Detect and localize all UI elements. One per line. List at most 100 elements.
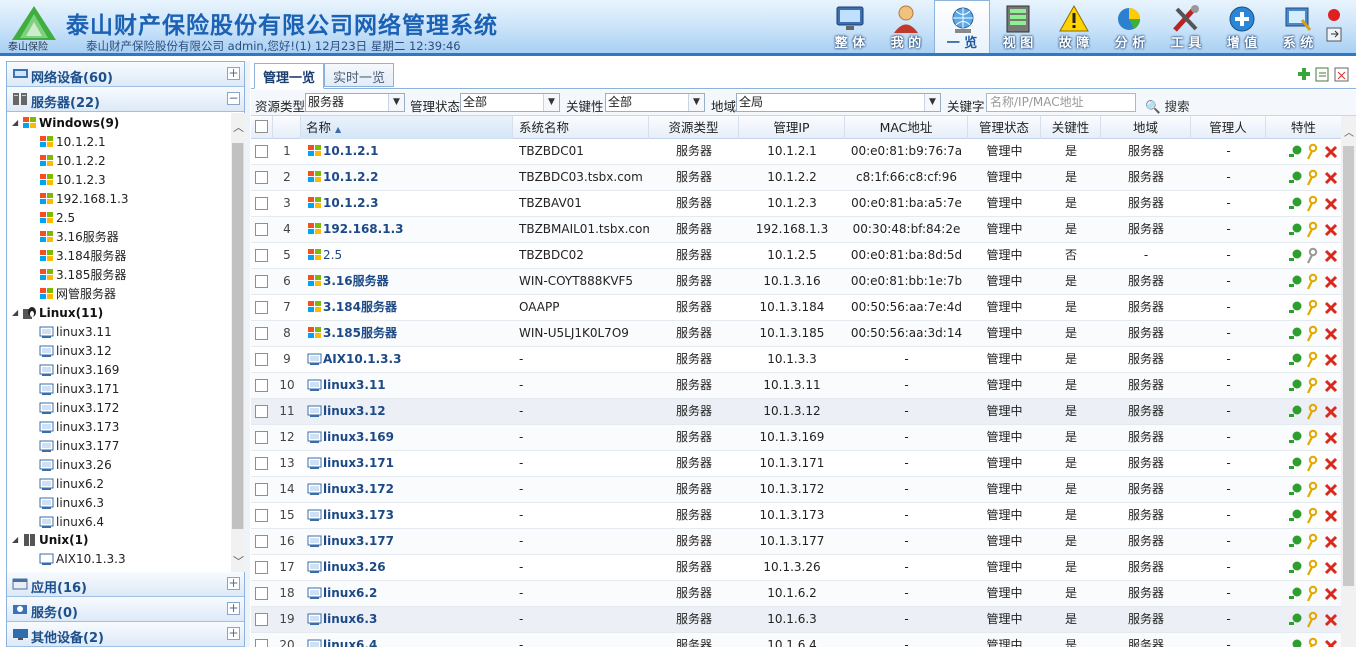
- status-ok-icon[interactable]: [1289, 457, 1302, 470]
- key-icon[interactable]: [1307, 299, 1318, 316]
- table-row[interactable]: 18 linux6.2 - 服务器 10.1.6.2 - 管理中 是 服务器 -: [251, 581, 1341, 607]
- tree-item[interactable]: linux6.4: [39, 513, 104, 532]
- nav-mine[interactable]: 我 的: [878, 0, 934, 53]
- col-ip[interactable]: 管理IP: [739, 116, 845, 139]
- row-checkbox[interactable]: [255, 431, 268, 444]
- tree-group-unix[interactable]: ◢ Unix(1): [12, 531, 88, 550]
- collapse-toggle[interactable]: −: [227, 92, 240, 105]
- delete-icon[interactable]: [1324, 457, 1338, 471]
- table-row[interactable]: 9 AIX10.1.3.3 - 服务器 10.1.3.3 - 管理中 是 服务器 -: [251, 347, 1341, 373]
- row-checkbox[interactable]: [255, 275, 268, 288]
- row-checkbox[interactable]: [255, 197, 268, 210]
- status-ok-icon[interactable]: [1289, 509, 1302, 522]
- key-select[interactable]: 全部 ▼: [605, 93, 705, 112]
- tree-item[interactable]: linux6.2: [39, 475, 104, 494]
- key-icon[interactable]: [1307, 559, 1318, 576]
- delete-icon[interactable]: [1324, 145, 1338, 159]
- table-scrollbar[interactable]: ︿: [1341, 116, 1356, 647]
- device-name-link[interactable]: 192.168.1.3: [307, 217, 513, 243]
- status-ok-icon[interactable]: [1289, 171, 1302, 184]
- key-icon[interactable]: [1307, 325, 1318, 342]
- col-name[interactable]: 名称 ▲: [301, 116, 513, 139]
- tree-item[interactable]: 192.168.1.3: [39, 190, 129, 209]
- status-ok-icon[interactable]: [1289, 145, 1302, 158]
- scroll-thumb[interactable]: [232, 143, 244, 529]
- scroll-up-icon[interactable]: ︿: [1344, 124, 1354, 139]
- table-row[interactable]: 8 3.185服务器 WIN-U5LJ1K0L7O9 服务器 10.1.3.185 00:…: [251, 321, 1341, 347]
- delete-icon[interactable]: [1324, 509, 1338, 523]
- status-ok-icon[interactable]: [1289, 327, 1302, 340]
- key-icon[interactable]: [1307, 351, 1318, 368]
- table-row[interactable]: 7 3.184服务器 OAAPP 服务器 10.1.3.184 00:50:56:aa:7…: [251, 295, 1341, 321]
- table-row[interactable]: 4 192.168.1.3 TBZBMAIL01.tsbx.com 服务器 192.16…: [251, 217, 1341, 243]
- scroll-down-icon[interactable]: ﹀: [233, 553, 244, 569]
- device-name-link[interactable]: 10.1.2.1: [307, 139, 513, 165]
- nav-fault[interactable]: 故 障: [1046, 0, 1102, 53]
- scroll-up-icon[interactable]: ︿: [233, 119, 244, 135]
- sidebar-section-server[interactable]: 服务器(22) −: [7, 87, 244, 112]
- device-name-link[interactable]: linux3.172: [307, 477, 513, 503]
- tree-expanded-icon[interactable]: ◢: [12, 114, 18, 132]
- alarm-logout-icon[interactable]: [1322, 6, 1346, 46]
- device-name-link[interactable]: 3.184服务器: [307, 295, 513, 321]
- key-icon[interactable]: [1307, 195, 1318, 212]
- delete-icon[interactable]: [1324, 379, 1338, 393]
- status-ok-icon[interactable]: [1289, 353, 1302, 366]
- key-icon[interactable]: [1307, 533, 1318, 550]
- device-name-link[interactable]: linux3.177: [307, 529, 513, 555]
- status-ok-icon[interactable]: [1289, 639, 1302, 647]
- key-icon[interactable]: [1307, 507, 1318, 524]
- manage-state-select[interactable]: 全部 ▼: [460, 93, 560, 112]
- sidebar-section-service[interactable]: 服务(0) +: [7, 597, 244, 622]
- nav-system[interactable]: 系 统: [1270, 0, 1326, 53]
- delete-icon[interactable]: [1324, 613, 1338, 627]
- tree-item[interactable]: 3.16服务器: [39, 228, 119, 247]
- region-select[interactable]: 全局 ▼: [736, 93, 941, 112]
- nav-overview[interactable]: 整 体: [822, 0, 878, 53]
- tab-manage-overview[interactable]: 管理一览: [254, 63, 325, 89]
- device-name-link[interactable]: linux3.173: [307, 503, 513, 529]
- add-icon[interactable]: [1298, 68, 1310, 80]
- tree-item[interactable]: 网管服务器: [39, 285, 116, 304]
- tree-item[interactable]: 2.5: [39, 209, 75, 228]
- tree-expanded-icon[interactable]: ◢: [12, 531, 18, 549]
- status-ok-icon[interactable]: [1289, 535, 1302, 548]
- row-checkbox[interactable]: [255, 249, 268, 262]
- device-name-link[interactable]: 2.5: [307, 243, 513, 269]
- sidebar-section-app[interactable]: 应用(16) +: [7, 572, 244, 597]
- tree-item[interactable]: 3.185服务器: [39, 266, 126, 285]
- status-ok-icon[interactable]: [1289, 379, 1302, 392]
- row-checkbox[interactable]: [255, 301, 268, 314]
- sidebar-section-network[interactable]: 网络设备(60) +: [7, 62, 244, 87]
- tree-item[interactable]: linux3.171: [39, 380, 119, 399]
- row-checkbox[interactable]: [255, 509, 268, 522]
- delete-icon[interactable]: [1324, 353, 1338, 367]
- panel-splitter[interactable]: [245, 61, 250, 647]
- tree-item[interactable]: 10.1.2.1: [39, 133, 106, 152]
- delete-icon[interactable]: [1324, 483, 1338, 497]
- row-checkbox[interactable]: [255, 613, 268, 626]
- tree-item[interactable]: AIX10.1.3.3: [39, 550, 126, 569]
- tree-item[interactable]: linux3.173: [39, 418, 119, 437]
- delete-icon[interactable]: [1324, 197, 1338, 211]
- tree-item[interactable]: 3.184服务器: [39, 247, 126, 266]
- sidebar-scrollbar[interactable]: ︿ ﹀: [231, 113, 245, 572]
- delete-icon[interactable]: [1324, 431, 1338, 445]
- key-icon[interactable]: [1307, 247, 1318, 264]
- row-checkbox[interactable]: [255, 535, 268, 548]
- delete-icon[interactable]: [1324, 275, 1338, 289]
- tree-item[interactable]: linux3.169: [39, 361, 119, 380]
- tree-item[interactable]: linux3.177: [39, 437, 119, 456]
- expand-toggle[interactable]: +: [227, 67, 240, 80]
- key-icon[interactable]: [1307, 429, 1318, 446]
- search-button[interactable]: 🔍 搜索: [1145, 96, 1190, 115]
- col-state[interactable]: 管理状态: [968, 116, 1041, 139]
- device-name-link[interactable]: linux3.12: [307, 399, 513, 425]
- sidebar-section-other[interactable]: 其他设备(2) +: [7, 622, 244, 647]
- table-row[interactable]: 10 linux3.11 - 服务器 10.1.3.11 - 管理中 是 服务器 -: [251, 373, 1341, 399]
- delete-icon[interactable]: [1324, 639, 1338, 647]
- status-ok-icon[interactable]: [1289, 249, 1302, 262]
- col-feature[interactable]: 特性: [1266, 116, 1341, 139]
- status-ok-icon[interactable]: [1289, 197, 1302, 210]
- tree-item[interactable]: linux3.11: [39, 323, 112, 342]
